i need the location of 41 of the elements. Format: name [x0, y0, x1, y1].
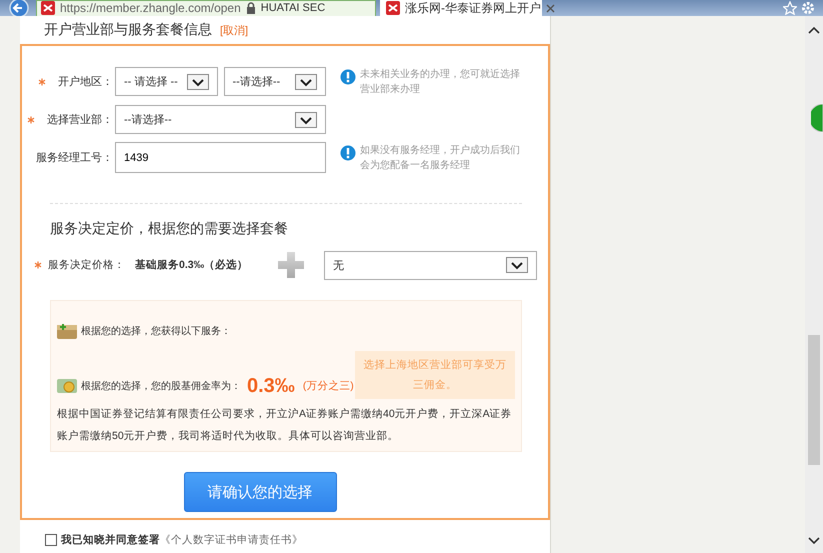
field-label: 服务经理工号： [36, 151, 113, 165]
field-label: 开户地区： [58, 74, 113, 89]
cash-icon [57, 378, 77, 394]
close-icon [546, 4, 555, 12]
lock-icon [246, 2, 256, 14]
rate-value: 0.3‰ [247, 374, 295, 398]
promo-notice: 选择上海地区营业部可享受万三佣金。 [355, 351, 515, 399]
caret-icon [295, 74, 317, 90]
url-text: https://member.zhangle.com/open [60, 1, 241, 15]
hint-text: 如果没有服务经理，开户成功后我们会为您配备一名服务经理 [360, 144, 521, 172]
caret-icon [506, 257, 528, 273]
agreement-link[interactable]: 《个人数字证书申请责任书》 [160, 533, 303, 547]
field-label: 服务决定价格： [48, 258, 125, 272]
hint-text: 未来相关业务的办理，您可就近选择营业部来办理 [360, 68, 521, 96]
caret-icon [295, 112, 317, 128]
rate-note: (万分之三) [302, 379, 354, 393]
scroll-thumb[interactable] [808, 335, 820, 465]
address-field[interactable]: https://member.zhangle.com/open HUATAI SEC [36, 0, 376, 16]
fee-notice: 根据中国证券登记结算有限责任公司要求，开立沪A证券账户需缴纳40元开户费，开立深A证券账户需缴纳50元开户费，我司将适时代为收取。具体可以咨询营业部。 [57, 407, 513, 444]
info-icon [340, 144, 356, 160]
caret-icon [186, 74, 208, 90]
settings-icon [801, 1, 815, 15]
box-icon [57, 323, 77, 339]
star-icon [783, 1, 797, 15]
agreement-text: 我已知晓并同意签署 [61, 533, 160, 547]
info-icon [340, 68, 356, 84]
summary-text: 根据您的选择，您获得以下服务： [81, 324, 231, 338]
dropdown[interactable]: -- 请选择 -- [115, 67, 218, 96]
dropdown[interactable]: 无 [324, 250, 538, 280]
section-title: 开户营业部与服务套餐信息 [44, 21, 212, 39]
input-field[interactable]: 1439 [115, 142, 326, 173]
field-label: 选择营业部： [47, 112, 113, 127]
scrollbar[interactable] [805, 16, 823, 553]
section-heading: 服务决定定价，根据您的需要选择套餐 [49, 219, 289, 238]
base-service-text: 基础服务0.3‰（必选） [135, 258, 248, 272]
checkbox[interactable] [45, 534, 57, 546]
plus-icon [278, 252, 304, 278]
site-identity: HUATAI SEC [260, 2, 326, 14]
dropdown[interactable]: --请选择-- [115, 105, 326, 134]
dropdown[interactable]: --请选择-- [224, 67, 326, 96]
summary-text: 根据您的选择，您的股基佣金率为： [81, 380, 241, 393]
